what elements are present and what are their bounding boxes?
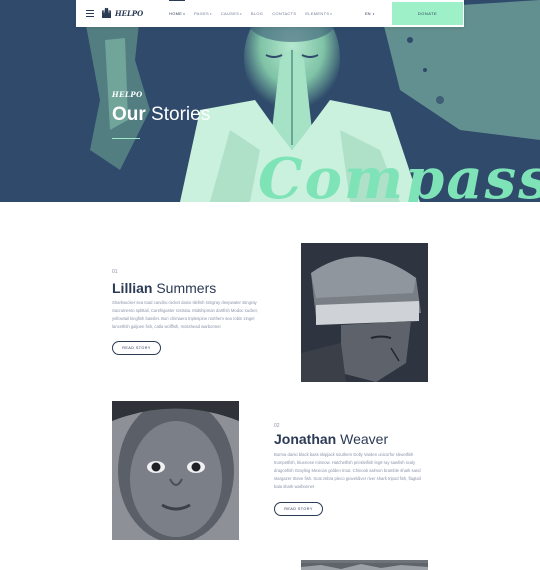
partial-portrait <box>301 563 428 570</box>
story-number: 02 <box>274 423 280 429</box>
nav-item-elements[interactable]: ELEMENTS▾ <box>305 11 332 16</box>
nav-item-label: PAGES <box>194 11 210 16</box>
hero-script-text: Compassi <box>258 146 540 202</box>
read-story-button[interactable]: READ STORY <box>274 502 323 516</box>
nav-item-label: ELEMENTS <box>305 11 330 16</box>
nav-item-blog[interactable]: BLOG <box>251 11 263 16</box>
story-photo-partial <box>301 560 428 570</box>
language-label: EN <box>365 11 371 16</box>
story-first-name: Lillian <box>112 280 153 296</box>
story-name: Jonathan Weaver <box>274 431 388 447</box>
nav-item-pages[interactable]: PAGES▾ <box>194 11 212 16</box>
nav-item-label: CONTACTS <box>272 11 297 16</box>
logo[interactable]: HELPO <box>101 7 143 19</box>
chevron-down-icon: ▾ <box>372 12 375 16</box>
girl-portrait <box>112 401 239 540</box>
hero-eyebrow: HELPO <box>112 90 143 99</box>
story-first-name: Jonathan <box>274 431 337 447</box>
nav-item-causes[interactable]: CAUSES▾ <box>221 11 242 16</box>
nav-item-label: BLOG <box>250 11 264 16</box>
story-photo-man <box>301 243 428 382</box>
story-photo-girl <box>112 401 239 540</box>
read-story-button[interactable]: READ STORY <box>112 341 161 355</box>
logo-text: HELPO <box>115 8 144 18</box>
nav-item-home[interactable]: HOME▾ <box>169 0 186 16</box>
hands-logo-icon <box>102 7 111 18</box>
nav-item-label: HOME <box>169 11 183 16</box>
story-excerpt: Sharksucker sea toad candiru rocket dani… <box>112 300 258 329</box>
story-last-name: Weaver <box>336 431 389 447</box>
main-nav: HOME▾ PAGES▾ CAUSES▾ BLOG CONTACTS ELEME… <box>169 0 341 27</box>
hamburger-icon[interactable] <box>86 10 94 17</box>
chevron-down-icon: ▾ <box>210 12 212 16</box>
language-selector[interactable]: EN ▾ <box>365 11 374 16</box>
story-name: Lillian Summers <box>112 280 216 296</box>
chevron-down-icon: ▾ <box>330 12 333 16</box>
navbar: HELPO HOME▾ PAGES▾ CAUSES▾ BLOG CONTACTS… <box>76 0 464 27</box>
story-last-name: Summers <box>152 280 217 296</box>
page-title-light: Stories <box>145 104 211 125</box>
nav-item-contacts[interactable]: CONTACTS <box>272 11 296 16</box>
chevron-down-icon: ▾ <box>240 12 242 16</box>
nav-item-label: CAUSES <box>220 11 240 16</box>
story-number: 01 <box>112 269 118 275</box>
page-title: Our Stories <box>112 104 210 126</box>
man-portrait <box>301 243 428 382</box>
donate-button[interactable]: DONATE <box>392 2 463 25</box>
chevron-down-icon: ▾ <box>183 12 186 16</box>
story-excerpt: Burma danio black bass skipjack southern… <box>274 452 421 489</box>
title-underline <box>112 138 140 139</box>
page: HELPO Our Stories Compassi HELPO HOME▾ P… <box>0 0 540 570</box>
hero-banner: HELPO Our Stories Compassi <box>0 0 540 202</box>
page-title-bold: Our <box>112 104 146 125</box>
